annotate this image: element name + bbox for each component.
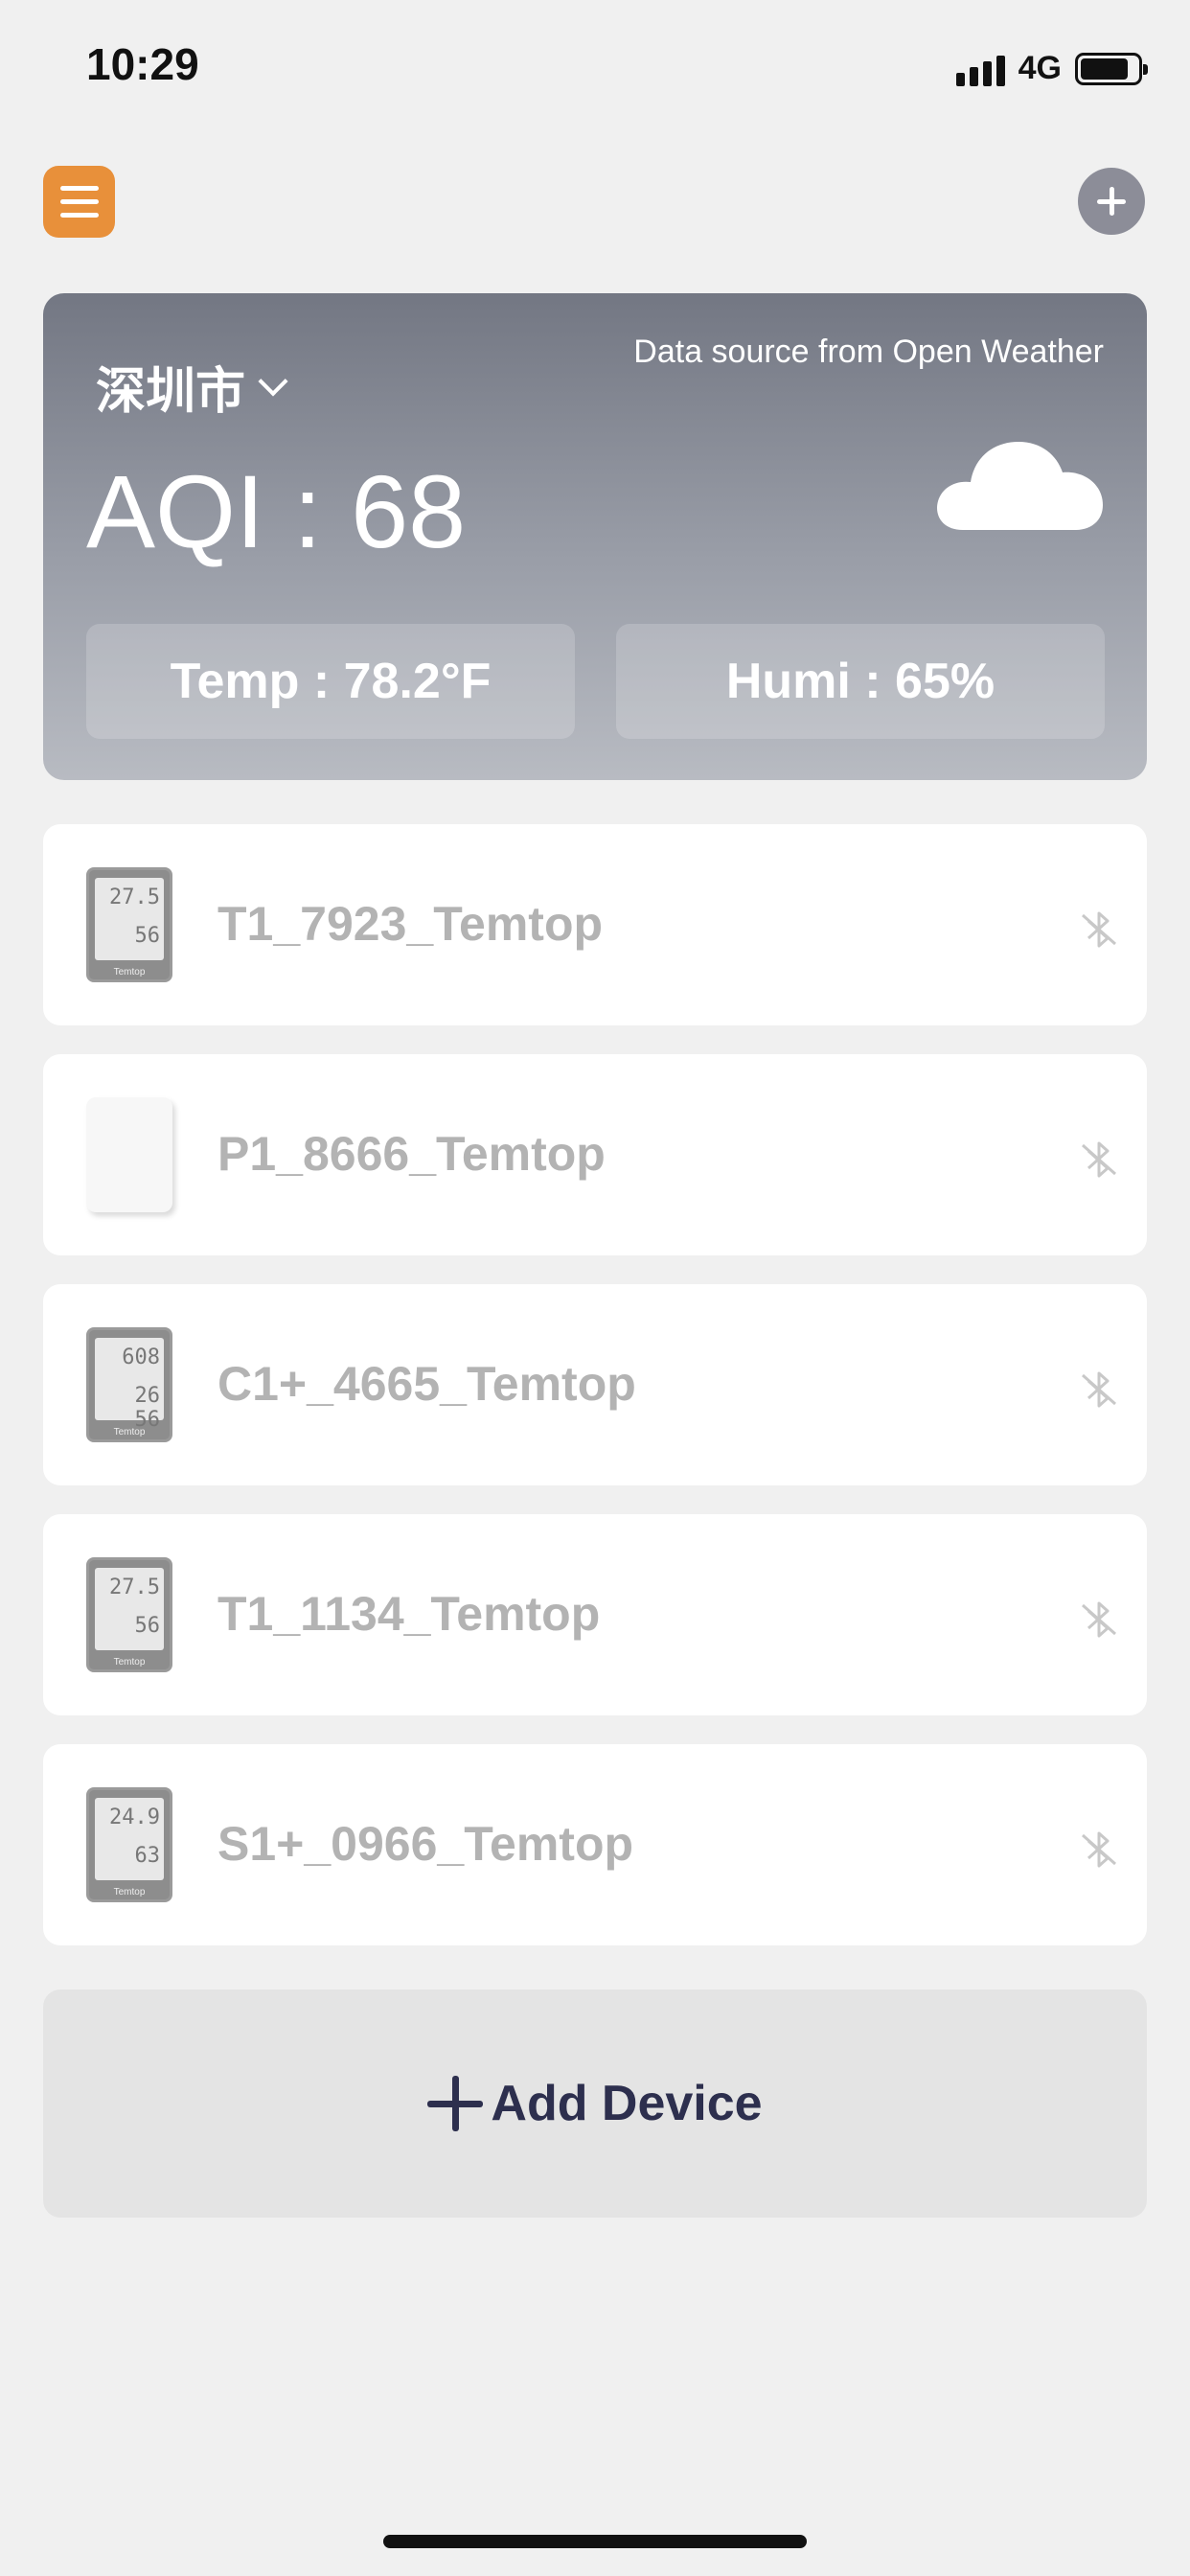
signal-icon: [955, 52, 1005, 86]
city-label: 深圳市: [96, 364, 246, 420]
device-thumbnail-reading: 608: [122, 1346, 160, 1369]
device-row[interactable]: 608 26 56 Temtop C1+_4665_Temtop: [43, 1284, 1147, 1485]
device-thumbnail: 608 26 56 Temtop: [86, 1327, 172, 1442]
device-thumbnail-brand: Temtop: [113, 967, 146, 978]
device-name: T1_1134_Temtop: [217, 1587, 601, 1641]
menu-icon-bar: [59, 213, 99, 218]
app-screen: 10:29 4G 深圳市 Data source from Open Weath…: [0, 0, 1190, 2576]
device-thumbnail: 24.9 63 Temtop: [86, 1787, 172, 1902]
bluetooth-disabled-icon: [1075, 1366, 1123, 1414]
cloud-icon: [937, 442, 1103, 530]
device-thumbnail: 27.5 56 Temtop: [86, 1557, 172, 1672]
menu-icon-bar: [59, 199, 99, 204]
add-device-label: Add Device: [491, 2076, 763, 2131]
device-name: T1_7923_Temtop: [217, 897, 604, 951]
menu-icon-bar: [59, 186, 99, 191]
aqi-value: AQI : 68: [86, 453, 467, 569]
bluetooth-disabled-icon: [1075, 1136, 1123, 1184]
bluetooth-disabled-icon: [1075, 1596, 1123, 1644]
menu-button[interactable]: [43, 166, 115, 238]
data-source-text: Data source from Open Weather: [633, 334, 1104, 370]
device-thumbnail-reading: 56: [134, 924, 161, 948]
city-selector[interactable]: 深圳市: [96, 351, 288, 423]
battery-icon: [1075, 52, 1148, 85]
device-thumbnail-reading: 27.5: [109, 1576, 160, 1599]
chevron-down-icon: [258, 365, 288, 397]
device-thumbnail-reading: 24.9: [109, 1806, 160, 1829]
device-thumbnail-reading: 27.5: [109, 886, 160, 909]
device-name: P1_8666_Temtop: [217, 1127, 606, 1181]
device-thumbnail-brand: Temtop: [113, 1887, 146, 1898]
device-thumbnail-brand: Temtop: [113, 1427, 146, 1438]
temp-pill: Temp : 78.2°F: [86, 624, 575, 739]
device-thumbnail: 27.5 56 Temtop: [86, 867, 172, 982]
weather-card: 深圳市 Data source from Open Weather AQI : …: [43, 293, 1147, 780]
device-thumbnail-reading: 56: [134, 1614, 161, 1638]
status-time: 10:29: [86, 39, 199, 89]
device-row[interactable]: 27.5 56 Temtop T1_1134_Temtop: [43, 1514, 1147, 1715]
device-row[interactable]: 24.9 63 Temtop S1+_0966_Temtop: [43, 1744, 1147, 1945]
device-name: C1+_4665_Temtop: [217, 1357, 636, 1411]
device-row[interactable]: 27.5 56 Temtop T1_7923_Temtop: [43, 824, 1147, 1025]
device-thumbnail-brand: Temtop: [113, 1657, 146, 1668]
add-device-button[interactable]: Add Device: [43, 1990, 1147, 2218]
network-label: 4G: [1018, 50, 1062, 86]
device-thumbnail: [86, 1097, 172, 1212]
device-row[interactable]: P1_8666_Temtop: [43, 1054, 1147, 1255]
device-thumbnail-reading: 26 56: [134, 1384, 161, 1432]
bluetooth-disabled-icon: [1075, 1826, 1123, 1874]
status-indicators: 4G: [955, 50, 1148, 87]
bluetooth-disabled-icon: [1075, 906, 1123, 954]
device-thumbnail-reading: 63: [134, 1844, 161, 1868]
add-plus-button[interactable]: [1078, 168, 1145, 235]
plus-icon: [427, 2076, 484, 2131]
humi-pill: Humi : 65%: [616, 624, 1105, 739]
home-indicator[interactable]: [383, 2535, 807, 2548]
device-name: S1+_0966_Temtop: [217, 1817, 634, 1871]
